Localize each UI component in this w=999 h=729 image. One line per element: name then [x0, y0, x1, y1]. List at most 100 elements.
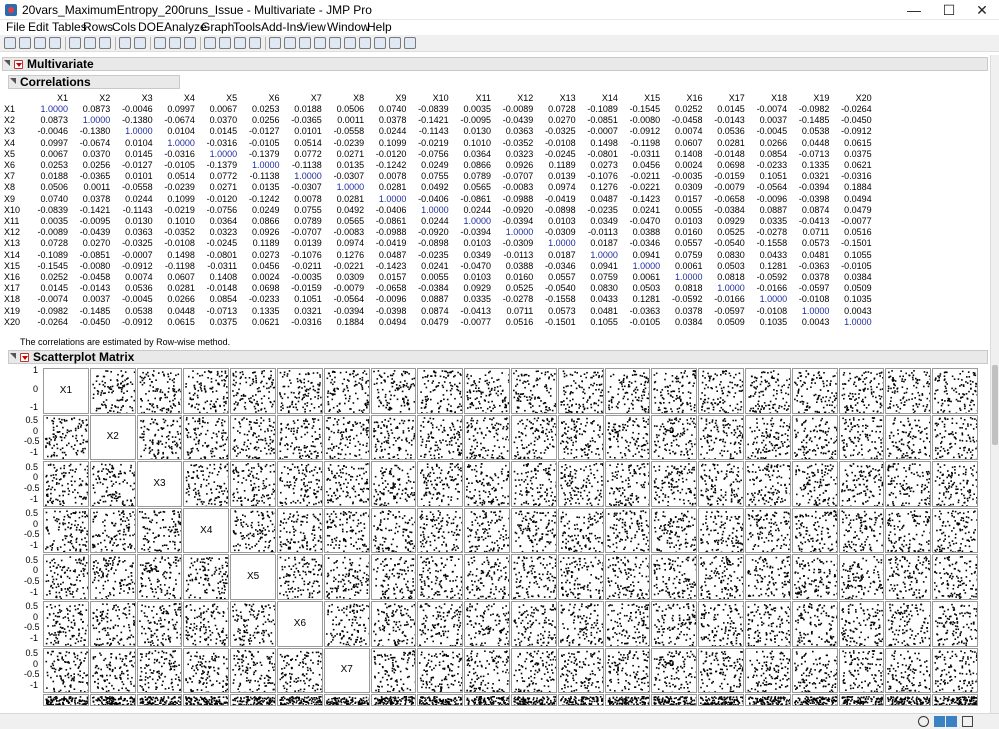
scatter-plot-cell[interactable]	[89, 694, 136, 707]
scatter-plot-cell[interactable]	[838, 647, 885, 694]
scatter-plot-cell[interactable]	[511, 461, 557, 507]
scatter-plot-cell[interactable]	[370, 647, 417, 694]
scatter-plot-cell[interactable]	[791, 554, 838, 600]
collapse-icon[interactable]	[10, 353, 18, 361]
scatter-plot-cell[interactable]	[885, 554, 932, 600]
scatter-plot-cell[interactable]	[651, 601, 698, 647]
new-script-icon[interactable]	[19, 37, 31, 49]
scatter-plot-cell[interactable]	[136, 554, 183, 600]
scatter-plot-cell[interactable]	[932, 601, 978, 647]
scatter-plot-cell[interactable]	[745, 461, 791, 507]
scatter-plot-cell[interactable]	[183, 554, 230, 600]
scatter-plot-cell[interactable]	[745, 414, 791, 461]
scatter-plot-cell[interactable]	[557, 507, 604, 554]
scatter-plot-cell[interactable]	[323, 414, 370, 461]
scatter-plot-cell[interactable]	[464, 368, 510, 414]
menu-edit[interactable]: Edit	[28, 21, 49, 34]
scatter-plot-cell[interactable]	[557, 461, 604, 507]
scatter-plot-cell[interactable]	[604, 507, 651, 554]
scatter-plot-cell[interactable]	[43, 694, 89, 707]
multivariate-outline-header[interactable]: Multivariate	[2, 57, 988, 71]
menu-window[interactable]: Window	[327, 21, 370, 34]
scatter-plot-cell[interactable]	[885, 694, 932, 707]
scatter-plot-cell[interactable]	[557, 368, 604, 414]
scatter-plot-cell[interactable]	[417, 414, 464, 461]
scatter-plot-cell[interactable]	[323, 554, 370, 600]
scatter-plot-cell[interactable]	[651, 368, 698, 414]
scatter-plot-cell[interactable]	[323, 461, 370, 507]
menu-file[interactable]: File	[6, 21, 25, 34]
layout-icon[interactable]	[962, 716, 973, 727]
scatter-plot-cell[interactable]	[791, 368, 838, 414]
scatter-plot-cell[interactable]	[277, 461, 323, 507]
scatter-plot-cell[interactable]	[417, 694, 464, 707]
scatter-plot-cell[interactable]	[698, 647, 744, 694]
scatter-plot-cell[interactable]	[277, 414, 323, 461]
scatter-plot-cell[interactable]	[230, 461, 276, 507]
scatter-plot-cell[interactable]	[511, 554, 557, 600]
scatter-plot-cell[interactable]	[89, 368, 136, 414]
scatter-plot-cell[interactable]	[183, 694, 230, 707]
scatter-plot-cell[interactable]	[885, 647, 932, 694]
home-window-icon[interactable]	[934, 716, 945, 727]
scatter-plot-cell[interactable]	[885, 601, 932, 647]
scatter-plot-cell[interactable]	[323, 368, 370, 414]
scatter-plot-cell[interactable]	[791, 694, 838, 707]
scatter-plot-cell[interactable]	[511, 601, 557, 647]
scatter-plot-cell[interactable]	[464, 554, 510, 600]
open-icon[interactable]	[34, 37, 46, 49]
scatter-plot-cell[interactable]	[791, 507, 838, 554]
scatter-plot-cell[interactable]	[698, 694, 744, 707]
scatter-plot-cell[interactable]	[230, 414, 276, 461]
maximize-button[interactable]: ☐	[932, 0, 966, 20]
scatter-plot-cell[interactable]	[604, 414, 651, 461]
scatter-plot-cell[interactable]	[464, 461, 510, 507]
scatter-plot-cell[interactable]	[838, 368, 885, 414]
vertical-scrollbar[interactable]	[990, 55, 999, 713]
scatter-plot-cell[interactable]	[277, 507, 323, 554]
menu-doe[interactable]: DOE	[138, 21, 164, 34]
scatter-plot-cell[interactable]	[464, 507, 510, 554]
lasso-icon[interactable]	[284, 37, 296, 49]
scatter-plot-cell[interactable]	[417, 368, 464, 414]
scatter-plot-cell[interactable]	[885, 368, 932, 414]
scatter-plot-cell[interactable]	[370, 414, 417, 461]
scatter-plot-cell[interactable]	[323, 601, 370, 647]
scatter-plot-cell[interactable]	[838, 507, 885, 554]
scatter-plot-cell[interactable]	[464, 694, 510, 707]
scatter-plot-cell[interactable]	[511, 694, 557, 707]
scatter-plot-cell[interactable]	[932, 461, 978, 507]
scatter-plot-cell[interactable]	[417, 601, 464, 647]
red-triangle-menu-icon[interactable]	[20, 353, 29, 362]
menu-cols[interactable]: Cols	[112, 21, 136, 34]
scatter-plot-cell[interactable]	[370, 507, 417, 554]
scatter-plot-cell[interactable]	[183, 414, 230, 461]
scatter-plot-cell[interactable]	[464, 647, 510, 694]
scatter-plot-cell[interactable]	[745, 647, 791, 694]
cut-icon[interactable]	[69, 37, 81, 49]
scatter-plot-cell[interactable]	[885, 414, 932, 461]
scatter-plot-cell[interactable]	[651, 507, 698, 554]
scatter-plot-cell[interactable]	[557, 554, 604, 600]
scatter-plot-cell[interactable]	[838, 694, 885, 707]
info-icon[interactable]	[918, 716, 929, 727]
run-icon[interactable]	[184, 37, 196, 49]
scatter-plot-cell[interactable]	[698, 414, 744, 461]
crosshair-icon[interactable]	[234, 37, 246, 49]
paste-icon[interactable]	[99, 37, 111, 49]
zoom-icon[interactable]	[314, 37, 326, 49]
cross-icon[interactable]	[329, 37, 341, 49]
scatter-plot-cell[interactable]	[136, 368, 183, 414]
scatter-plot-cell[interactable]	[932, 414, 978, 461]
scatter-plot-cell[interactable]	[885, 507, 932, 554]
red-triangle-menu-icon[interactable]	[14, 60, 23, 69]
close-button[interactable]: ✕	[965, 0, 999, 20]
scatter-plot-cell[interactable]	[651, 554, 698, 600]
scatter-plot-cell[interactable]	[557, 647, 604, 694]
brush-icon[interactable]	[299, 37, 311, 49]
scatter-plot-cell[interactable]	[791, 414, 838, 461]
menu-rows[interactable]: Rows	[83, 21, 113, 34]
scatter-plot-cell[interactable]	[323, 694, 370, 707]
scatter-plot-cell[interactable]	[89, 461, 136, 507]
scatter-plot-cell[interactable]	[277, 694, 323, 707]
